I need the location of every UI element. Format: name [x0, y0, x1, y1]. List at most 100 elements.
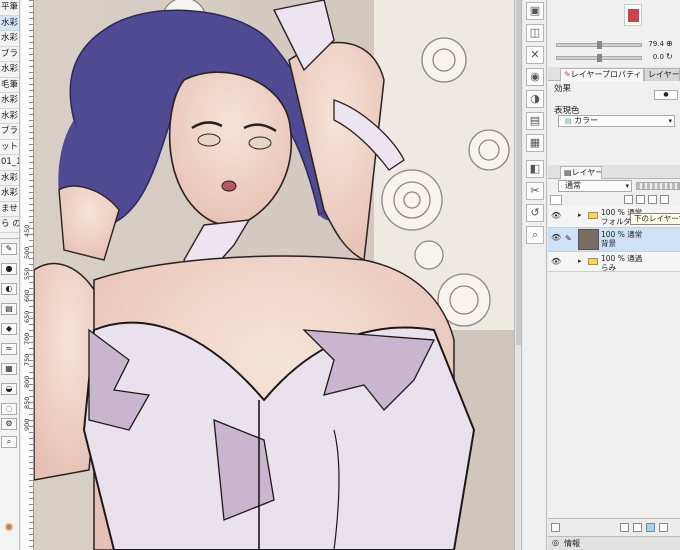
blend-icon[interactable]: ◒: [1, 383, 17, 395]
info-icon: ◎: [552, 538, 559, 547]
panel-icon-column: ▣ ◫ ✕ ◉ ◑ ▤ ▦ ◧ ✂ ↺ ⌕: [523, 0, 547, 550]
zoom-row: 79.4 ⊕: [552, 39, 680, 50]
brush-size-icon[interactable]: ●: [1, 263, 17, 275]
zoom-value: 79.4: [648, 40, 664, 48]
eye-icon[interactable]: 👁: [551, 257, 561, 266]
mask-icon[interactable]: [660, 195, 669, 204]
property-tab-bar: ✎レイヤープロパティ レイヤー検: [548, 67, 680, 81]
settings-gear-icon[interactable]: ⚙: [1, 418, 17, 430]
brush-item[interactable]: ブラシ: [0, 124, 19, 140]
brush-item[interactable]: 水彩: [0, 186, 19, 202]
lock-transparent-icon[interactable]: [624, 195, 633, 204]
navigator-thumbnail[interactable]: [624, 4, 642, 26]
rotate-slider[interactable]: [556, 54, 642, 62]
brush-item[interactable]: 水彩: [0, 93, 19, 109]
new-raster-layer-icon[interactable]: [620, 523, 629, 532]
brush-size-panel-icon[interactable]: ◉: [526, 68, 544, 86]
material-panel-icon[interactable]: ✂: [526, 182, 544, 200]
brush-item[interactable]: ット1: [0, 140, 19, 155]
pen-icon: ✎: [565, 234, 572, 243]
ruler-label: 650: [23, 310, 31, 323]
color-wheel-icon[interactable]: ✺: [1, 522, 17, 535]
layer-color-swatch[interactable]: [550, 195, 562, 205]
ruler-label: 850: [23, 396, 31, 409]
pen-icon: ✎: [564, 70, 571, 79]
effect-toggle-icon[interactable]: ●: [654, 90, 678, 100]
tool-property-icon[interactable]: ✕: [526, 46, 544, 64]
tab-layer-search[interactable]: レイヤー検: [644, 68, 680, 81]
pen-pressure-icon[interactable]: ✎: [1, 243, 17, 255]
rotate-reset-icon[interactable]: ↻: [666, 52, 673, 61]
watercolor-edge-icon[interactable]: ◌: [1, 403, 17, 415]
new-vector-layer-icon[interactable]: [633, 523, 642, 532]
drawing-canvas[interactable]: [34, 0, 514, 550]
tab-layer[interactable]: ▤レイヤー: [560, 166, 602, 179]
color-set-panel-icon[interactable]: ▦: [526, 134, 544, 152]
zoom-slider[interactable]: [556, 41, 642, 49]
clip-studio-window: 平筆水彩水彩ブラシ水彩毛筆水彩水彩ブラシット101_1水彩水彩ませら の ✎ ●…: [0, 0, 680, 550]
display-color-select[interactable]: ▤ カラー ▾: [558, 115, 675, 127]
tab-layer-property[interactable]: ✎レイヤープロパティ: [560, 68, 644, 81]
tab-info[interactable]: 情報: [564, 538, 580, 549]
brush-shape-icon[interactable]: ◆: [1, 323, 17, 335]
layer-menu-icon[interactable]: [551, 523, 560, 532]
history-panel-icon[interactable]: ↺: [526, 204, 544, 222]
brush-item[interactable]: 毛筆: [0, 78, 19, 93]
folder-icon: [588, 212, 598, 219]
brush-item[interactable]: 水彩: [0, 171, 19, 186]
layer-opacity-mode: 100 % 通過: [601, 254, 643, 263]
zoom-in-icon[interactable]: ⊕: [666, 39, 673, 48]
layer-name: らみ: [601, 263, 616, 272]
artwork-illustration: [34, 0, 514, 550]
brush-item[interactable]: ら の: [0, 217, 19, 233]
layer-thumbnail: [578, 229, 599, 250]
rotate-row: 0.0 ↻: [552, 52, 680, 63]
canvas-vertical-scrollbar[interactable]: [514, 0, 522, 550]
brush-item[interactable]: 水彩: [0, 62, 19, 78]
new-folder-icon[interactable]: [646, 523, 655, 532]
layer-stack-icon: ▤: [564, 168, 572, 177]
expand-arrow-icon[interactable]: ▸: [578, 211, 582, 219]
brush-item[interactable]: 平筆: [0, 0, 19, 16]
brush-item[interactable]: 水彩: [0, 109, 19, 124]
expand-arrow-icon[interactable]: ▸: [578, 257, 582, 265]
layer-row[interactable]: 👁 ▸ 100 % 通過 らみ: [548, 252, 680, 272]
brush-item[interactable]: 水彩: [0, 31, 19, 47]
rotate-value: 0.0: [652, 53, 664, 61]
scrollbar-thumb[interactable]: [516, 0, 521, 345]
panel-divider: [0, 238, 20, 239]
brush-item[interactable]: ませ: [0, 202, 19, 217]
sub-tool-detail-icon[interactable]: ⌕: [1, 436, 17, 448]
chevron-down-icon: ▾: [668, 117, 672, 125]
opacity-icon[interactable]: ◐: [1, 283, 17, 295]
eye-icon[interactable]: 👁: [551, 211, 561, 220]
vertical-ruler: 450 500 550 600 650 700 750 800 850 900: [21, 0, 34, 550]
brush-item[interactable]: 水彩: [0, 15, 19, 31]
layer-name: 背景: [601, 239, 616, 248]
brush-item[interactable]: 01_1: [0, 155, 19, 171]
color-wheel-panel-icon[interactable]: ◑: [526, 90, 544, 108]
lock-icon[interactable]: [636, 195, 645, 204]
color-slider-panel-icon[interactable]: ▤: [526, 112, 544, 130]
ruler-label: 700: [23, 332, 31, 345]
texture-icon[interactable]: ▦: [1, 363, 17, 375]
brush-item[interactable]: ブラシ: [0, 47, 19, 62]
right-dock-panel: 79.4 ⊕ 0.0 ↻ ✎レイヤープロパティ レイヤー検 効果 ● 表現色 ▤…: [548, 0, 680, 550]
layer-panel-icon[interactable]: ◧: [526, 160, 544, 178]
delete-layer-icon[interactable]: [659, 523, 668, 532]
subview-panel-icon[interactable]: ◫: [526, 24, 544, 42]
ruler-label: 500: [23, 246, 31, 259]
ruler-label: 550: [23, 267, 31, 280]
layer-row[interactable]: 👁 ✎ 100 % 通常 背景: [548, 228, 680, 252]
navigator-panel-icon[interactable]: ▣: [526, 2, 544, 20]
reference-layer-icon[interactable]: [648, 195, 657, 204]
eye-icon[interactable]: 👁: [551, 233, 561, 242]
sub-tool-panel: 平筆水彩水彩ブラシ水彩毛筆水彩水彩ブラシット101_1水彩水彩ませら の ✎ ●…: [0, 0, 20, 550]
stabilization-icon[interactable]: ≈: [1, 343, 17, 355]
search-layer-icon[interactable]: ⌕: [526, 226, 544, 244]
aa-icon[interactable]: ▤: [1, 303, 17, 315]
ruler-label: 450: [23, 224, 31, 237]
blend-mode-select[interactable]: 通常 ▾: [558, 180, 632, 192]
opacity-slider[interactable]: [636, 182, 680, 190]
ruler-label: 750: [23, 353, 31, 366]
